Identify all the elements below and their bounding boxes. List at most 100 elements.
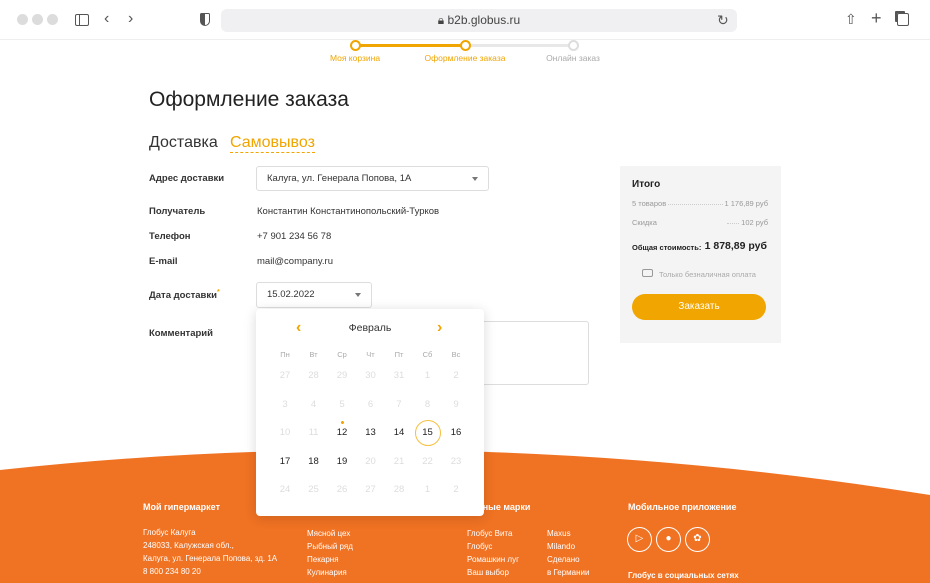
calendar-day: 1 <box>424 370 431 381</box>
page-title: Оформление заказа <box>149 88 349 111</box>
tabs-overview-icon[interactable] <box>897 13 909 26</box>
order-button[interactable]: Заказать <box>632 294 766 320</box>
card-icon <box>642 269 653 277</box>
chevron-down-icon <box>472 176 478 181</box>
address-label: Адрес доставки <box>149 173 225 184</box>
calendar-day: 3 <box>282 398 288 410</box>
footer-social-title: Глобус в социальных сетях <box>628 571 739 580</box>
tab-delivery[interactable]: Доставка <box>149 134 218 152</box>
forward-icon[interactable]: › <box>128 11 133 27</box>
email-value: mail@company.ru <box>257 256 333 267</box>
calendar-day: 28 <box>308 370 319 381</box>
items-label: 5 товаров <box>632 199 667 208</box>
chevron-down-icon <box>355 293 361 297</box>
date-label: Дата доставки* <box>149 289 220 302</box>
calendar-day[interactable]: 17 <box>272 449 298 475</box>
calendar-day: 9 <box>453 398 459 410</box>
items-value: 1 176,89 руб <box>724 199 769 208</box>
address-select[interactable]: Калуга, ул. Генерала Попова, 1А <box>256 166 489 191</box>
calendar-day: 6 <box>367 398 374 410</box>
total-label: Общая стоимость: <box>632 243 702 252</box>
calendar-day: 11 <box>308 427 319 438</box>
window-zoom-button[interactable] <box>47 14 58 25</box>
url-text: b2b.globus.ru <box>447 13 521 27</box>
browser-toolbar: ‹ › 🔒︎ b2b.globus.ru ↻ ⇧ + <box>0 0 930 40</box>
calendar-day: 25 <box>308 484 319 495</box>
calendar-day: 24 <box>279 484 291 495</box>
calendar-day: 2 <box>453 370 459 381</box>
calendar-day[interactable]: 18 <box>301 449 327 475</box>
footer-brands-a: Глобус Вита Глобус Ромашкин луг Ваш выбор <box>467 529 519 577</box>
calendar-day: 21 <box>393 455 405 467</box>
calendar-day: 7 <box>396 398 402 410</box>
calendar-day[interactable]: 14 <box>386 420 412 446</box>
window-minimize-button[interactable] <box>32 14 43 25</box>
discount-value: 102 руб <box>741 218 768 227</box>
step-cart[interactable]: Моя корзина <box>300 53 410 63</box>
footer-app-title: Мобильное приложение <box>628 502 737 512</box>
phone-label: Телефон <box>149 231 191 242</box>
back-icon[interactable]: ‹ <box>104 11 109 27</box>
lock-icon: 🔒︎ <box>437 13 445 27</box>
total-value: 1 878,89 руб <box>704 240 767 252</box>
address-value: Калуга, ул. Генерала Попова, 1А <box>267 173 412 184</box>
calendar-day: 31 <box>393 370 405 381</box>
calendar-day-selected[interactable]: 15 <box>414 420 441 446</box>
new-tab-icon[interactable]: + <box>871 9 882 27</box>
apple-icon[interactable]: ● <box>656 527 681 552</box>
calendar-day: 28 <box>393 484 405 495</box>
calendar-day: 5 <box>339 398 345 410</box>
calendar-day: 27 <box>279 370 291 381</box>
calendar-day: 22 <box>422 455 433 467</box>
discount-label: Скидка <box>632 218 657 227</box>
phone-value: +7 901 234 56 78 <box>257 231 332 242</box>
recipient-label: Получатель <box>149 206 206 217</box>
calendar-day: 4 <box>310 398 317 410</box>
appgallery-icon[interactable]: ✿ <box>685 527 710 552</box>
calendar-day: 23 <box>450 455 462 467</box>
order-summary: Итого 5 товаров 1 176,89 руб Скидка 102 ру… <box>620 166 781 343</box>
step-dot-cart <box>350 40 361 51</box>
progress-line-done <box>356 44 466 47</box>
calendar-day[interactable]: 13 <box>358 420 384 446</box>
google-play-icon[interactable]: ▷ <box>627 527 652 552</box>
calendar-day: 29 <box>336 370 348 381</box>
email-label: E-mail <box>149 256 178 267</box>
calendar-day: 30 <box>365 370 376 381</box>
sidebar-toggle-icon[interactable] <box>75 14 89 26</box>
calendar-day: 20 <box>365 455 376 467</box>
window-close-button[interactable] <box>17 14 28 25</box>
date-value: 15.02.2022 <box>267 289 315 300</box>
month-label: Февраль <box>348 322 392 334</box>
next-month-icon[interactable]: › <box>437 319 442 337</box>
footer-departments: Мясной цех Рыбный ряд Пекарня Кулинария <box>307 529 353 577</box>
shield-icon[interactable] <box>200 13 210 26</box>
footer-store-info: Глобус Калуга 248033, Калужская обл., Калу… <box>143 528 278 576</box>
comment-label: Комментарий <box>149 328 213 339</box>
date-picker-popup: ‹ Февраль › Пн Вт Ср Чт Пт Сб Вс 27 28 29 30 31 1 2 3 4… <box>256 309 484 516</box>
calendar-day[interactable]: 19 <box>329 449 355 475</box>
cashless-note: Только безналичная оплата <box>659 270 756 279</box>
calendar-day: 2 <box>453 484 459 495</box>
calendar-day: 8 <box>424 398 431 410</box>
footer-store-title: Мой гипермаркет <box>143 502 220 512</box>
recipient-value: Константин Константинопольский-Турков <box>257 206 440 217</box>
summary-title: Итого <box>632 179 661 190</box>
calendar-day: 26 <box>336 484 348 495</box>
today-indicator <box>340 421 344 424</box>
date-select[interactable]: 15.02.2022 <box>256 282 372 308</box>
share-icon[interactable]: ⇧ <box>845 11 857 27</box>
step-checkout[interactable]: Оформление заказа <box>410 53 520 63</box>
address-bar[interactable]: 🔒︎ b2b.globus.ru <box>221 9 737 32</box>
progress-line-pending <box>466 44 574 47</box>
calendar-day: 27 <box>365 484 376 495</box>
calendar-day: 10 <box>279 427 291 438</box>
calendar-day: 1 <box>424 484 431 495</box>
tab-pickup[interactable]: Самовывоз <box>230 134 315 153</box>
step-online: Онлайн заказ <box>546 53 600 63</box>
step-dot-checkout <box>460 40 471 51</box>
step-dot-online <box>568 40 579 51</box>
reload-icon[interactable]: ↻ <box>717 12 729 28</box>
footer-brands-b: Maxus Milando Сделано в Германии <box>547 529 590 577</box>
calendar-day[interactable]: 16 <box>443 420 469 446</box>
